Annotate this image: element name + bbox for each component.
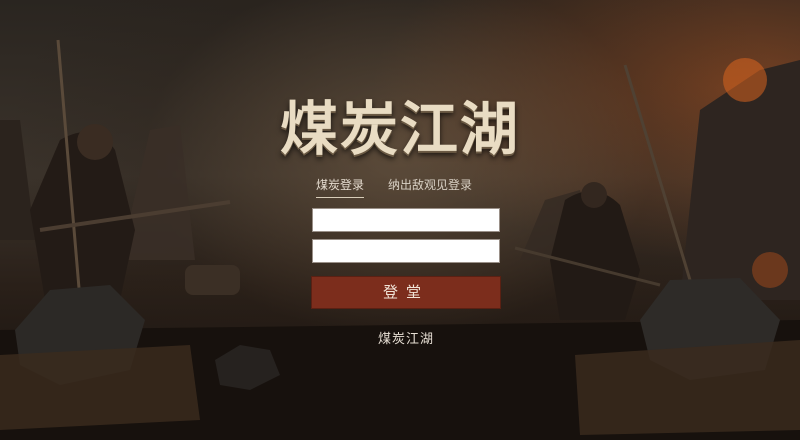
tab-coal-login[interactable]: 煤炭登录: [316, 176, 365, 198]
login-tabs: 煤炭登录 纳出敌观见登录: [316, 176, 496, 198]
username-input[interactable]: [312, 208, 500, 232]
login-button[interactable]: 登堂: [311, 276, 501, 309]
game-title: 煤炭江湖: [279, 95, 520, 163]
footer-brand-text: 煤炭江湖: [377, 332, 434, 347]
password-input[interactable]: [312, 239, 500, 263]
tab-alt-login[interactable]: 纳出敌观见登录: [388, 176, 472, 193]
